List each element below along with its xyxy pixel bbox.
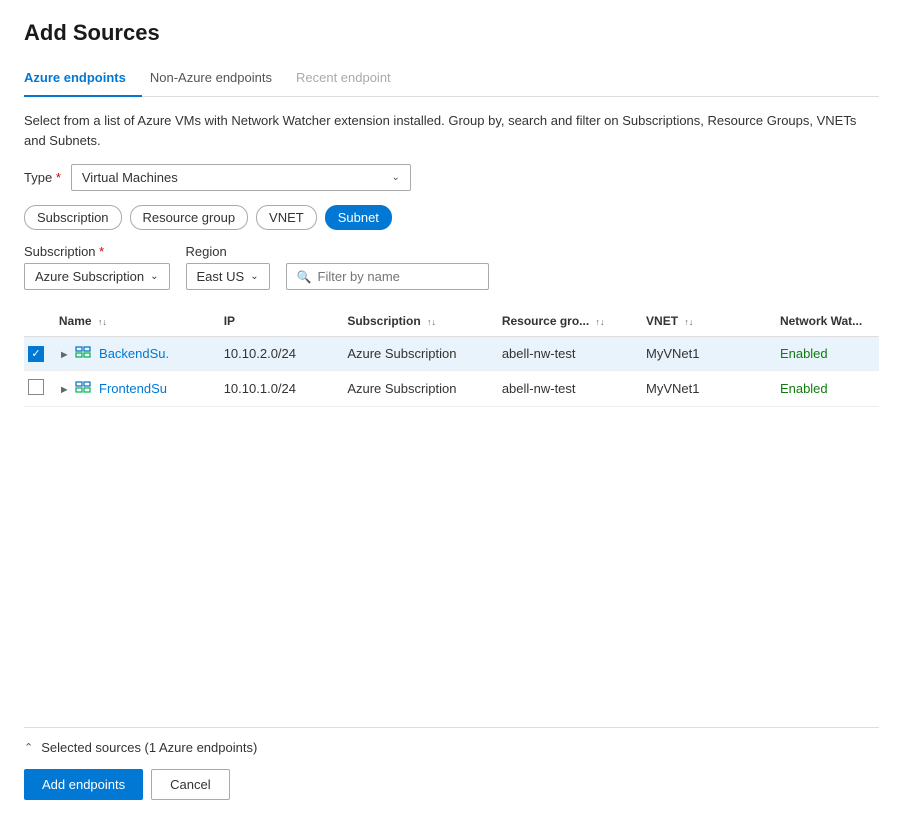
selected-sources-label: Selected sources (1 Azure endpoints) [41,740,257,755]
page-title: Add Sources [24,20,879,46]
rg-sort-icon[interactable]: ↑↓ [596,317,605,327]
row2-subnet-icon [75,381,91,396]
filter-fields-row: Subscription * Azure Subscription ⌄ Regi… [24,244,879,290]
col-header-subscription: Subscription ↑↓ [343,306,498,337]
row1-checkbox[interactable]: ✓ [28,346,44,362]
type-field-row: Type * Virtual Machines ⌄ [24,164,879,191]
col-header-name: Name ↑↓ [55,306,220,337]
filter-resource-group-button[interactable]: Resource group [130,205,249,230]
description-text: Select from a list of Azure VMs with Net… [24,111,879,150]
sources-table: Name ↑↓ IP Subscription ↑↓ Resource gro.… [24,306,879,407]
col-header-resource-group: Resource gro... ↑↓ [498,306,642,337]
row2-checkbox[interactable] [28,379,44,395]
subscription-label: Subscription * [24,244,170,259]
tab-recent-endpoint: Recent endpoint [296,62,407,97]
table-header-row: Name ↑↓ IP Subscription ↑↓ Resource gro.… [24,306,879,337]
row2-name[interactable]: FrontendSu [99,381,167,396]
spacer [24,407,879,728]
search-icon: 🔍 [297,270,312,284]
table-row: ✓ ► BackendSu. 10.10.2.0/24 A [24,337,879,371]
col-header-checkbox [24,306,55,337]
type-select[interactable]: Virtual Machines ⌄ [71,164,411,191]
col-header-vnet: VNET ↑↓ [642,306,776,337]
subscription-sort-icon[interactable]: ↑↓ [427,317,436,327]
row2-name-cell: ► FrontendSu [55,370,220,406]
selected-sources-row: ⌃ Selected sources (1 Azure endpoints) [24,740,879,755]
row1-resource-group: abell-nw-test [498,337,642,371]
subscription-group: Subscription * Azure Subscription ⌄ [24,244,170,290]
table-row: ► FrontendSu 10.10.1.0/24 Azure Subscrip… [24,370,879,406]
filter-subscription-button[interactable]: Subscription [24,205,122,230]
row2-ip: 10.10.1.0/24 [220,370,344,406]
row1-subscription: Azure Subscription [343,337,498,371]
subscription-dropdown[interactable]: Azure Subscription ⌄ [24,263,170,290]
region-label: Region [186,244,270,259]
row1-expander[interactable]: ► [59,349,70,361]
tab-nonazure-endpoints[interactable]: Non-Azure endpoints [150,62,288,97]
row2-network-watcher: Enabled [776,370,879,406]
tabs-bar: Azure endpoints Non-Azure endpoints Rece… [24,62,879,97]
row2-vnet: MyVNet1 [642,370,776,406]
tab-azure-endpoints[interactable]: Azure endpoints [24,62,142,97]
add-endpoints-button[interactable]: Add endpoints [24,769,143,800]
search-box[interactable]: 🔍 [286,263,489,290]
chevron-up-icon[interactable]: ⌃ [24,741,33,754]
subscription-chevron-icon: ⌄ [150,271,158,282]
row2-expander[interactable]: ► [59,384,70,396]
type-label: Type * [24,170,61,185]
row1-subnet-icon [75,346,91,361]
filter-group: Subscription Resource group VNET Subnet [24,205,879,230]
row1-name-cell: ► BackendSu. [55,337,220,371]
row1-network-watcher: Enabled [776,337,879,371]
search-input[interactable] [318,269,478,284]
region-dropdown[interactable]: East US ⌄ [186,263,270,290]
row2-subscription: Azure Subscription [343,370,498,406]
col-header-network-watcher: Network Wat... [776,306,879,337]
region-group: Region East US ⌄ [186,244,270,290]
row2-resource-group: abell-nw-test [498,370,642,406]
row1-name[interactable]: BackendSu. [99,346,169,361]
filter-subnet-button[interactable]: Subnet [325,205,392,230]
name-sort-icon[interactable]: ↑↓ [98,317,107,327]
row1-checkbox-cell[interactable]: ✓ [24,337,55,371]
col-header-ip: IP [220,306,344,337]
region-chevron-icon: ⌄ [250,271,258,282]
action-buttons: Add endpoints Cancel [24,769,879,800]
bottom-section: ⌃ Selected sources (1 Azure endpoints) A… [24,727,879,820]
row1-vnet: MyVNet1 [642,337,776,371]
type-chevron-icon: ⌄ [391,172,399,183]
row2-checkbox-cell[interactable] [24,370,55,406]
cancel-button[interactable]: Cancel [151,769,229,800]
row1-ip: 10.10.2.0/24 [220,337,344,371]
vnet-sort-icon[interactable]: ↑↓ [684,317,693,327]
filter-vnet-button[interactable]: VNET [256,205,317,230]
